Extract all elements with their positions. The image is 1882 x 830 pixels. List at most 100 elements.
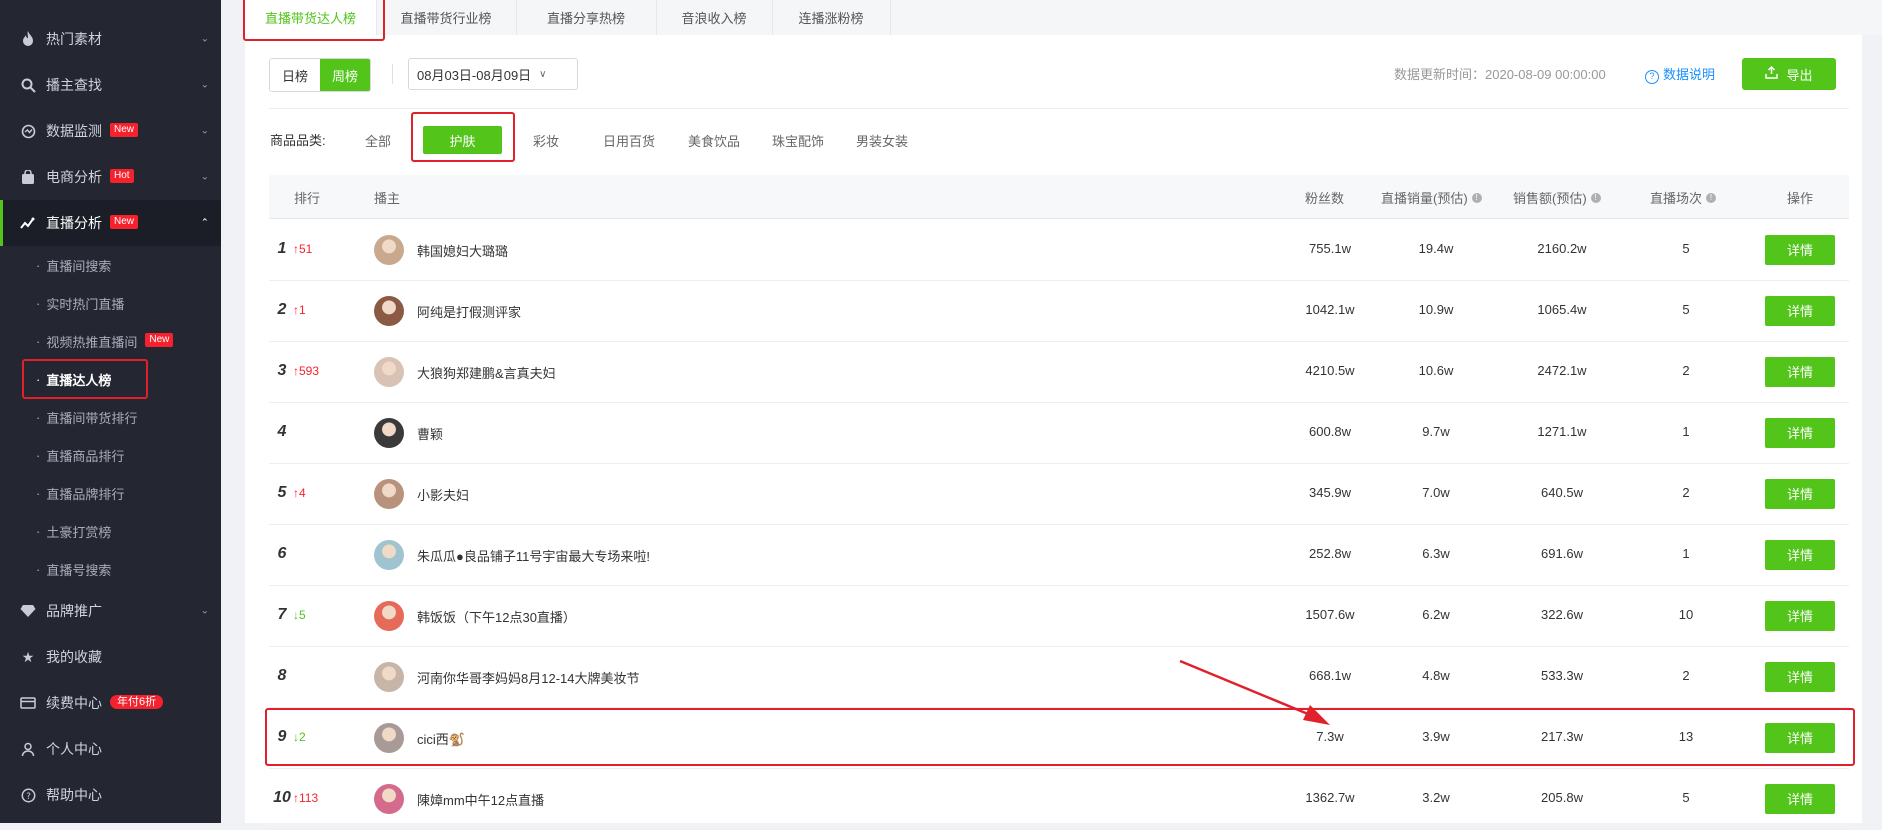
live-sales: 7.0w xyxy=(1422,484,1450,500)
category-option-daily[interactable]: 日用百货 xyxy=(603,131,655,150)
chevron-down-icon[interactable]: ⌄ xyxy=(201,172,209,183)
svg-text:?: ? xyxy=(26,792,31,802)
fans-count: 1507.6w xyxy=(1305,606,1355,622)
chevron-down-icon[interactable]: ⌄ xyxy=(201,80,209,91)
flame-icon xyxy=(20,31,36,47)
live-sales: 9.7w xyxy=(1422,423,1450,439)
tab-live-share[interactable]: 直播分享热榜 xyxy=(516,0,657,35)
details-button[interactable]: 详情 xyxy=(1765,234,1835,265)
avatar[interactable] xyxy=(374,356,404,387)
sidebar-subitem-room-search[interactable]: · 直播间搜索 xyxy=(0,246,221,284)
star-icon: ★ xyxy=(21,648,35,665)
avatar[interactable] xyxy=(374,661,404,692)
sidebar-subitem-account-search[interactable]: · 直播号搜索 xyxy=(0,550,221,588)
tab-live-talent[interactable]: 直播带货达人榜 xyxy=(245,0,377,35)
divider xyxy=(269,108,1849,109)
chevron-down-icon[interactable]: ⌄ xyxy=(201,606,209,617)
avatar[interactable] xyxy=(374,234,404,265)
tab-sound-wave[interactable]: 音浪收入榜 xyxy=(656,0,773,35)
details-button[interactable]: 详情 xyxy=(1765,539,1835,570)
anchor-name[interactable]: 韩国媳妇大璐璐 xyxy=(417,241,508,260)
avatar[interactable] xyxy=(374,295,404,326)
details-button[interactable]: 详情 xyxy=(1765,661,1835,692)
anchor-name[interactable]: 朱瓜瓜●良品铺子11号宇宙最大专场来啦! xyxy=(417,546,650,565)
avatar[interactable] xyxy=(374,783,404,814)
sidebar-item-data-monitor[interactable]: 数据监测 New ⌄ xyxy=(0,108,221,154)
sidebar-subitem-room-sales-rank[interactable]: · 直播间带货排行 xyxy=(0,398,221,436)
sidebar-item-help[interactable]: ? 帮助中心 xyxy=(0,772,221,818)
sidebar-item-favorites[interactable]: ★ 我的收藏 xyxy=(0,634,221,680)
rank-number: 10 xyxy=(273,788,291,806)
anchor-name[interactable]: 河南你华哥李妈妈8月12-14大牌美妆节 xyxy=(417,668,639,687)
tab-fans-growth[interactable]: 连播涨粉榜 xyxy=(772,0,891,35)
day-rank-button[interactable]: 日榜 xyxy=(270,59,320,91)
subitem-label: 直播间带货排行 xyxy=(46,410,138,426)
live-sales: 19.4w xyxy=(1418,240,1454,256)
anchor-name[interactable]: 小影夫妇 xyxy=(417,485,469,504)
sidebar-subitem-product-rank[interactable]: · 直播商品排行 xyxy=(0,436,221,474)
header-sales[interactable]: 直播销量(预估)! xyxy=(1381,188,1482,207)
avatar[interactable] xyxy=(374,478,404,509)
category-option-jewelry[interactable]: 珠宝配饰 xyxy=(772,131,824,150)
tab-live-industry[interactable]: 直播带货行业榜 xyxy=(376,0,517,35)
sidebar-item-anchor-search[interactable]: 播主查找 ⌄ xyxy=(0,62,221,108)
avatar[interactable] xyxy=(374,417,404,448)
data-help-link[interactable]: ? 数据说明 xyxy=(1645,64,1715,84)
details-button[interactable]: 详情 xyxy=(1765,295,1835,326)
sidebar-item-partial[interactable]: ▪ xyxy=(0,0,221,6)
category-option-skincare[interactable]: 护肤 xyxy=(423,126,502,154)
sidebar-item-renewal[interactable]: 续费中心 年付6折 xyxy=(0,680,221,726)
live-trend-icon xyxy=(20,215,36,231)
chevron-down-icon[interactable]: ⌄ xyxy=(201,34,209,45)
sidebar-item-profile[interactable]: 个人中心 xyxy=(0,726,221,772)
avatar[interactable] xyxy=(374,600,404,631)
table-row xyxy=(269,402,1849,464)
details-button[interactable]: 详情 xyxy=(1765,417,1835,448)
user-icon xyxy=(20,741,36,757)
anchor-name[interactable]: 曹颖 xyxy=(417,424,443,443)
sidebar-subitem-brand-rank[interactable]: · 直播品牌排行 xyxy=(0,474,221,512)
avatar[interactable] xyxy=(374,539,404,570)
avatar[interactable] xyxy=(374,722,404,753)
info-icon[interactable]: ! xyxy=(1590,192,1601,203)
details-button[interactable]: 详情 xyxy=(1765,600,1835,631)
subitem-label: 直播商品排行 xyxy=(46,448,125,464)
header-sessions[interactable]: 直播场次! xyxy=(1650,188,1717,207)
category-option-all[interactable]: 全部 xyxy=(365,131,391,150)
sidebar-subitem-video-promoted[interactable]: · 视频热推直播间 New xyxy=(0,322,221,360)
anchor-name[interactable]: 韩饭饭（下午12点30直播） xyxy=(417,607,576,626)
info-icon[interactable]: ! xyxy=(1471,192,1482,203)
date-range-select[interactable]: 08月03日-08月09日 ∨ xyxy=(408,58,578,90)
anchor-name[interactable]: cici西🐒 xyxy=(417,729,465,748)
details-button[interactable]: 详情 xyxy=(1765,783,1835,814)
sidebar-item-label: 电商分析 xyxy=(46,169,102,185)
sidebar-subitem-tipping-rank[interactable]: · 土豪打赏榜 xyxy=(0,512,221,550)
sidebar-subitem-live-talent-rank[interactable]: · 直播达人榜 xyxy=(0,360,221,398)
chevron-down-icon[interactable]: ⌄ xyxy=(201,126,209,137)
category-option-makeup[interactable]: 彩妆 xyxy=(533,131,559,150)
sidebar-item-ecommerce[interactable]: 电商分析 Hot ⌄ xyxy=(0,154,221,200)
help-label: 数据说明 xyxy=(1663,67,1716,82)
annotation-arrow xyxy=(1179,659,1330,725)
anchor-name[interactable]: 阿纯是打假测评家 xyxy=(417,302,521,321)
anchor-name[interactable]: 陳嫜mm中午12点直播 xyxy=(417,790,544,809)
tab-bar: 直播带货达人榜 直播带货行业榜 直播分享热榜 音浪收入榜 连播涨粉榜 xyxy=(245,0,1882,35)
category-option-clothing[interactable]: 男装女装 xyxy=(856,131,908,150)
chevron-up-icon[interactable]: ⌃ xyxy=(201,218,209,229)
week-rank-button[interactable]: 周榜 xyxy=(320,59,370,91)
new-badge: New xyxy=(110,215,139,229)
details-button[interactable]: 详情 xyxy=(1765,722,1835,753)
export-button[interactable]: 导出 xyxy=(1742,58,1836,90)
details-button[interactable]: 详情 xyxy=(1765,478,1835,509)
sidebar-item-live-analysis[interactable]: 直播分析 New ⌃ xyxy=(0,200,221,246)
info-icon[interactable]: ! xyxy=(1706,192,1717,203)
live-sessions: 5 xyxy=(1682,301,1690,317)
details-button[interactable]: 详情 xyxy=(1765,356,1835,387)
sidebar-item-brand-promo[interactable]: 品牌推广 ⌄ xyxy=(0,588,221,634)
anchor-name[interactable]: 大狼狗郑建鹏&言真夫妇 xyxy=(417,363,556,382)
category-option-food[interactable]: 美食饮品 xyxy=(688,131,740,150)
sidebar-subitem-realtime-hot[interactable]: · 实时热门直播 xyxy=(0,284,221,322)
sidebar-item-hot-material[interactable]: 热门素材 ⌄ xyxy=(0,16,221,62)
header-gmv[interactable]: 销售额(预估)! xyxy=(1513,188,1601,207)
sales-amount: 205.8w xyxy=(1541,789,1583,805)
